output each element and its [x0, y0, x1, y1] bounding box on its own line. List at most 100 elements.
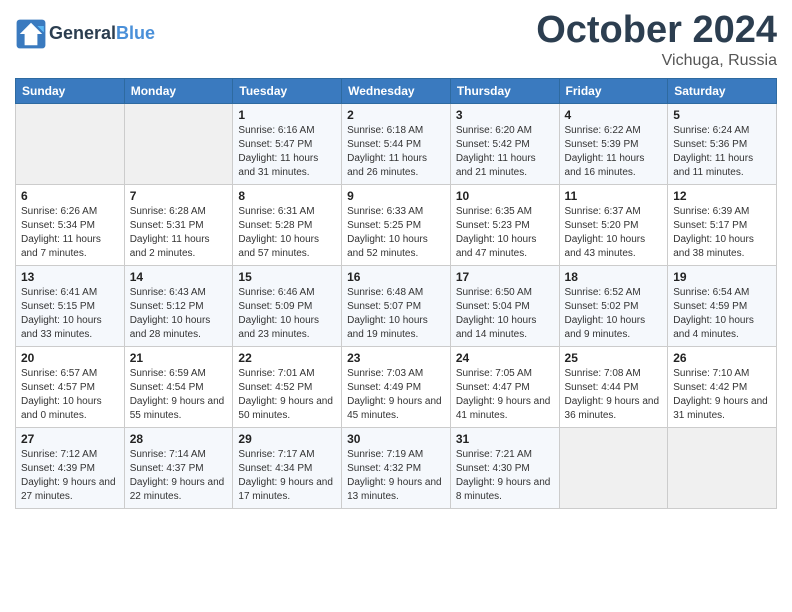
- day-number: 10: [456, 189, 554, 203]
- day-details: Sunrise: 6:35 AMSunset: 5:23 PMDaylight:…: [456, 205, 554, 261]
- day-details: Sunrise: 6:18 AMSunset: 5:44 PMDaylight:…: [347, 124, 445, 180]
- day-details: Sunrise: 6:33 AMSunset: 5:25 PMDaylight:…: [347, 205, 445, 261]
- logo-icon: [15, 18, 47, 50]
- day-of-week-header: Saturday: [668, 78, 777, 103]
- day-details: Sunrise: 7:05 AMSunset: 4:47 PMDaylight:…: [456, 367, 554, 423]
- calendar-cell: 19Sunrise: 6:54 AMSunset: 4:59 PMDayligh…: [668, 265, 777, 346]
- day-number: 29: [238, 432, 336, 446]
- calendar-cell: 5 Sunrise: 6:24 AMSunset: 5:36 PMDaylight…: [668, 103, 777, 184]
- day-number: 4: [565, 108, 663, 122]
- day-of-week-header: Thursday: [450, 78, 559, 103]
- calendar-cell: 4 Sunrise: 6:22 AMSunset: 5:39 PMDaylight…: [559, 103, 668, 184]
- calendar-week-row: 20 Sunrise: 6:57 AMSunset: 4:57 PMDayligh…: [16, 346, 777, 427]
- calendar-cell: 8Sunrise: 6:31 AMSunset: 5:28 PMDaylight…: [233, 184, 342, 265]
- calendar-cell: 26 Sunrise: 7:10 AMSunset: 4:42 PMDayligh…: [668, 346, 777, 427]
- day-of-week-header: Sunday: [16, 78, 125, 103]
- day-details: Sunrise: 7:10 AMSunset: 4:42 PMDaylight:…: [673, 367, 771, 423]
- day-number: 16: [347, 270, 445, 284]
- day-of-week-header: Monday: [124, 78, 233, 103]
- calendar-cell: 22 Sunrise: 7:01 AMSunset: 4:52 PMDayligh…: [233, 346, 342, 427]
- calendar-cell: 27Sunrise: 7:12 AMSunset: 4:39 PMDayligh…: [16, 427, 125, 508]
- day-details: Sunrise: 7:17 AMSunset: 4:34 PMDaylight:…: [238, 448, 336, 504]
- calendar-cell: [16, 103, 125, 184]
- day-details: Sunrise: 6:24 AMSunset: 5:36 PMDaylight:…: [673, 124, 771, 180]
- day-number: 18: [565, 270, 663, 284]
- logo: GeneralBlue: [15, 18, 155, 50]
- day-number: 19: [673, 270, 771, 284]
- day-details: Sunrise: 6:22 AMSunset: 5:39 PMDaylight:…: [565, 124, 663, 180]
- calendar-cell: 21 Sunrise: 6:59 AMSunset: 4:54 PMDayligh…: [124, 346, 233, 427]
- calendar-cell: [559, 427, 668, 508]
- calendar-cell: 7Sunrise: 6:28 AMSunset: 5:31 PMDaylight…: [124, 184, 233, 265]
- day-details: Sunrise: 6:59 AMSunset: 4:54 PMDaylight:…: [130, 367, 228, 423]
- calendar-cell: 14Sunrise: 6:43 AMSunset: 5:12 PMDayligh…: [124, 265, 233, 346]
- header: GeneralBlue October 2024 Vichuga, Russia: [15, 10, 777, 70]
- day-details: Sunrise: 6:28 AMSunset: 5:31 PMDaylight:…: [130, 205, 228, 261]
- location: Vichuga, Russia: [536, 52, 777, 70]
- day-number: 11: [565, 189, 663, 203]
- calendar-cell: 17Sunrise: 6:50 AMSunset: 5:04 PMDayligh…: [450, 265, 559, 346]
- calendar-cell: 16 Sunrise: 6:48 AMSunset: 5:07 PMDayligh…: [342, 265, 451, 346]
- day-details: Sunrise: 6:41 AMSunset: 5:15 PMDaylight:…: [21, 286, 119, 342]
- calendar-cell: [668, 427, 777, 508]
- day-details: Sunrise: 6:26 AMSunset: 5:34 PMDaylight:…: [21, 205, 119, 261]
- day-details: Sunrise: 6:39 AMSunset: 5:17 PMDaylight:…: [673, 205, 771, 261]
- logo-line1: General: [49, 23, 116, 43]
- day-number: 8: [238, 189, 336, 203]
- day-details: Sunrise: 7:19 AMSunset: 4:32 PMDaylight:…: [347, 448, 445, 504]
- calendar-cell: 28 Sunrise: 7:14 AMSunset: 4:37 PMDayligh…: [124, 427, 233, 508]
- day-details: Sunrise: 6:16 AMSunset: 5:47 PMDaylight:…: [238, 124, 336, 180]
- day-details: Sunrise: 6:48 AMSunset: 5:07 PMDaylight:…: [347, 286, 445, 342]
- calendar-cell: [124, 103, 233, 184]
- logo-line2: Blue: [116, 23, 155, 43]
- day-number: 15: [238, 270, 336, 284]
- calendar-cell: 11Sunrise: 6:37 AMSunset: 5:20 PMDayligh…: [559, 184, 668, 265]
- day-details: Sunrise: 7:01 AMSunset: 4:52 PMDaylight:…: [238, 367, 336, 423]
- calendar-cell: 12Sunrise: 6:39 AMSunset: 5:17 PMDayligh…: [668, 184, 777, 265]
- day-details: Sunrise: 6:57 AMSunset: 4:57 PMDaylight:…: [21, 367, 119, 423]
- calendar-cell: 9 Sunrise: 6:33 AMSunset: 5:25 PMDaylight…: [342, 184, 451, 265]
- logo-text: GeneralBlue: [49, 23, 155, 45]
- calendar-cell: 31 Sunrise: 7:21 AMSunset: 4:30 PMDayligh…: [450, 427, 559, 508]
- day-number: 26: [673, 351, 771, 365]
- day-number: 30: [347, 432, 445, 446]
- calendar-cell: 15Sunrise: 6:46 AMSunset: 5:09 PMDayligh…: [233, 265, 342, 346]
- day-of-week-header: Friday: [559, 78, 668, 103]
- day-number: 17: [456, 270, 554, 284]
- day-number: 22: [238, 351, 336, 365]
- calendar-cell: 29 Sunrise: 7:17 AMSunset: 4:34 PMDayligh…: [233, 427, 342, 508]
- day-number: 20: [21, 351, 119, 365]
- calendar-week-row: 13 Sunrise: 6:41 AMSunset: 5:15 PMDayligh…: [16, 265, 777, 346]
- calendar-week-row: 1 Sunrise: 6:16 AMSunset: 5:47 PMDaylight…: [16, 103, 777, 184]
- day-details: Sunrise: 6:20 AMSunset: 5:42 PMDaylight:…: [456, 124, 554, 180]
- day-number: 23: [347, 351, 445, 365]
- day-number: 13: [21, 270, 119, 284]
- calendar-cell: 25Sunrise: 7:08 AMSunset: 4:44 PMDayligh…: [559, 346, 668, 427]
- day-number: 27: [21, 432, 119, 446]
- calendar-cell: 1 Sunrise: 6:16 AMSunset: 5:47 PMDaylight…: [233, 103, 342, 184]
- day-number: 6: [21, 189, 119, 203]
- calendar-cell: 3Sunrise: 6:20 AMSunset: 5:42 PMDaylight…: [450, 103, 559, 184]
- day-details: Sunrise: 6:52 AMSunset: 5:02 PMDaylight:…: [565, 286, 663, 342]
- day-details: Sunrise: 7:21 AMSunset: 4:30 PMDaylight:…: [456, 448, 554, 504]
- calendar-cell: 10 Sunrise: 6:35 AMSunset: 5:23 PMDayligh…: [450, 184, 559, 265]
- day-number: 9: [347, 189, 445, 203]
- title-block: October 2024 Vichuga, Russia: [536, 10, 777, 70]
- calendar-cell: 30 Sunrise: 7:19 AMSunset: 4:32 PMDayligh…: [342, 427, 451, 508]
- day-number: 14: [130, 270, 228, 284]
- day-details: Sunrise: 7:03 AMSunset: 4:49 PMDaylight:…: [347, 367, 445, 423]
- day-number: 21: [130, 351, 228, 365]
- day-number: 1: [238, 108, 336, 122]
- day-number: 28: [130, 432, 228, 446]
- day-details: Sunrise: 7:14 AMSunset: 4:37 PMDaylight:…: [130, 448, 228, 504]
- calendar-cell: 2 Sunrise: 6:18 AMSunset: 5:44 PMDaylight…: [342, 103, 451, 184]
- calendar-table: SundayMondayTuesdayWednesdayThursdayFrid…: [15, 78, 777, 509]
- calendar-cell: 13 Sunrise: 6:41 AMSunset: 5:15 PMDayligh…: [16, 265, 125, 346]
- day-number: 5: [673, 108, 771, 122]
- day-number: 31: [456, 432, 554, 446]
- calendar-cell: 20 Sunrise: 6:57 AMSunset: 4:57 PMDayligh…: [16, 346, 125, 427]
- day-details: Sunrise: 7:08 AMSunset: 4:44 PMDaylight:…: [565, 367, 663, 423]
- month-title: October 2024: [536, 10, 777, 52]
- day-number: 2: [347, 108, 445, 122]
- calendar-week-row: 27Sunrise: 7:12 AMSunset: 4:39 PMDayligh…: [16, 427, 777, 508]
